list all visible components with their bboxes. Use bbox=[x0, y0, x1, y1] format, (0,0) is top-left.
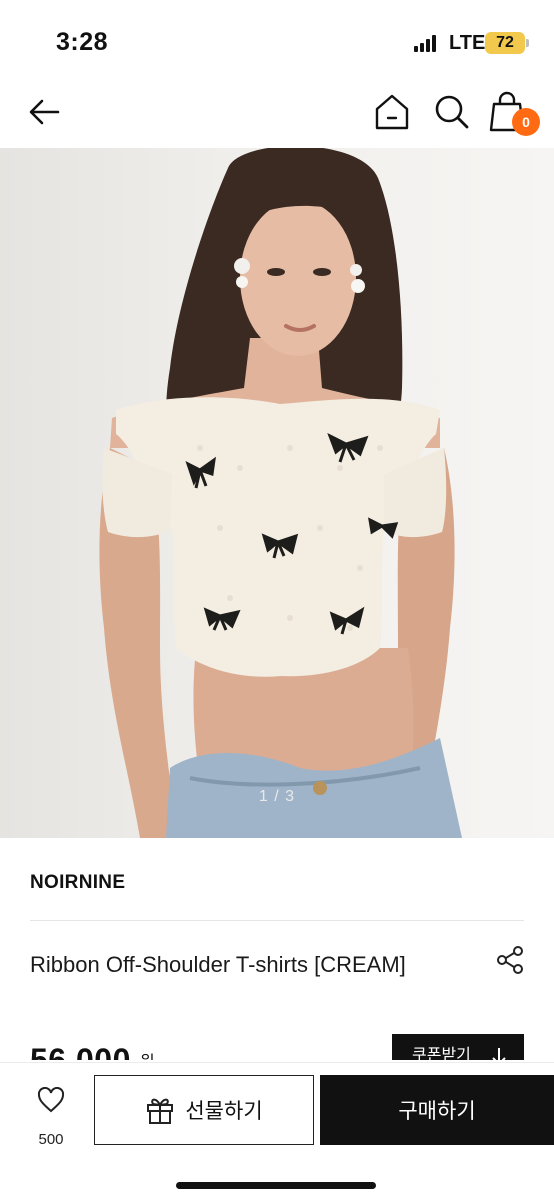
coupon-label: 쿠폰받기 bbox=[412, 1047, 471, 1060]
gift-button[interactable]: 선물하기 bbox=[94, 1075, 314, 1145]
battery-icon: 72 bbox=[485, 32, 529, 54]
like-button[interactable]: 500 bbox=[22, 1085, 80, 1155]
network-label: LTE bbox=[449, 32, 486, 54]
home-indicator bbox=[176, 1182, 376, 1189]
product-photo bbox=[99, 148, 462, 838]
like-count: 500 bbox=[38, 1131, 64, 1148]
cart-count-badge: 0 bbox=[512, 108, 540, 136]
currency-label: 원 bbox=[140, 1048, 155, 1060]
product-image-gallery[interactable] bbox=[0, 148, 554, 838]
gift-label: 선물하기 bbox=[185, 1100, 263, 1123]
product-price: 56,000 bbox=[30, 1042, 131, 1060]
buy-button[interactable]: 구매하기 bbox=[320, 1075, 554, 1145]
brand-name[interactable]: NOIRNINE bbox=[30, 872, 125, 894]
share-button[interactable] bbox=[494, 944, 526, 976]
status-time: 3:28 bbox=[56, 28, 109, 56]
search-icon bbox=[435, 95, 469, 129]
search-button[interactable] bbox=[430, 90, 474, 134]
signal-icon bbox=[414, 34, 440, 52]
chevron-down-icon bbox=[492, 1048, 506, 1060]
coupon-button[interactable]: 쿠폰받기 bbox=[392, 1034, 524, 1060]
cart-button[interactable]: 0 bbox=[488, 90, 540, 140]
home-icon bbox=[375, 94, 409, 130]
gift-icon bbox=[147, 1098, 174, 1124]
price-row: 56,000 원 쿠폰받기 bbox=[0, 1030, 554, 1060]
gallery-page-indicator: 1 / 3 bbox=[258, 788, 296, 805]
bottom-action-bar: 500 선물하기 구매하기 bbox=[0, 1062, 554, 1200]
heart-icon bbox=[37, 1086, 65, 1113]
back-button[interactable] bbox=[22, 92, 66, 132]
status-bar: 3:28 LTE 72 bbox=[0, 0, 554, 80]
share-icon bbox=[497, 946, 523, 974]
home-button[interactable] bbox=[370, 90, 414, 134]
divider bbox=[30, 920, 524, 921]
back-arrow-icon bbox=[29, 99, 60, 125]
product-title: Ribbon Off-Shoulder T-shirts [CREAM] bbox=[30, 952, 406, 977]
buy-label: 구매하기 bbox=[398, 1100, 476, 1123]
app-header: 0 bbox=[0, 80, 554, 148]
